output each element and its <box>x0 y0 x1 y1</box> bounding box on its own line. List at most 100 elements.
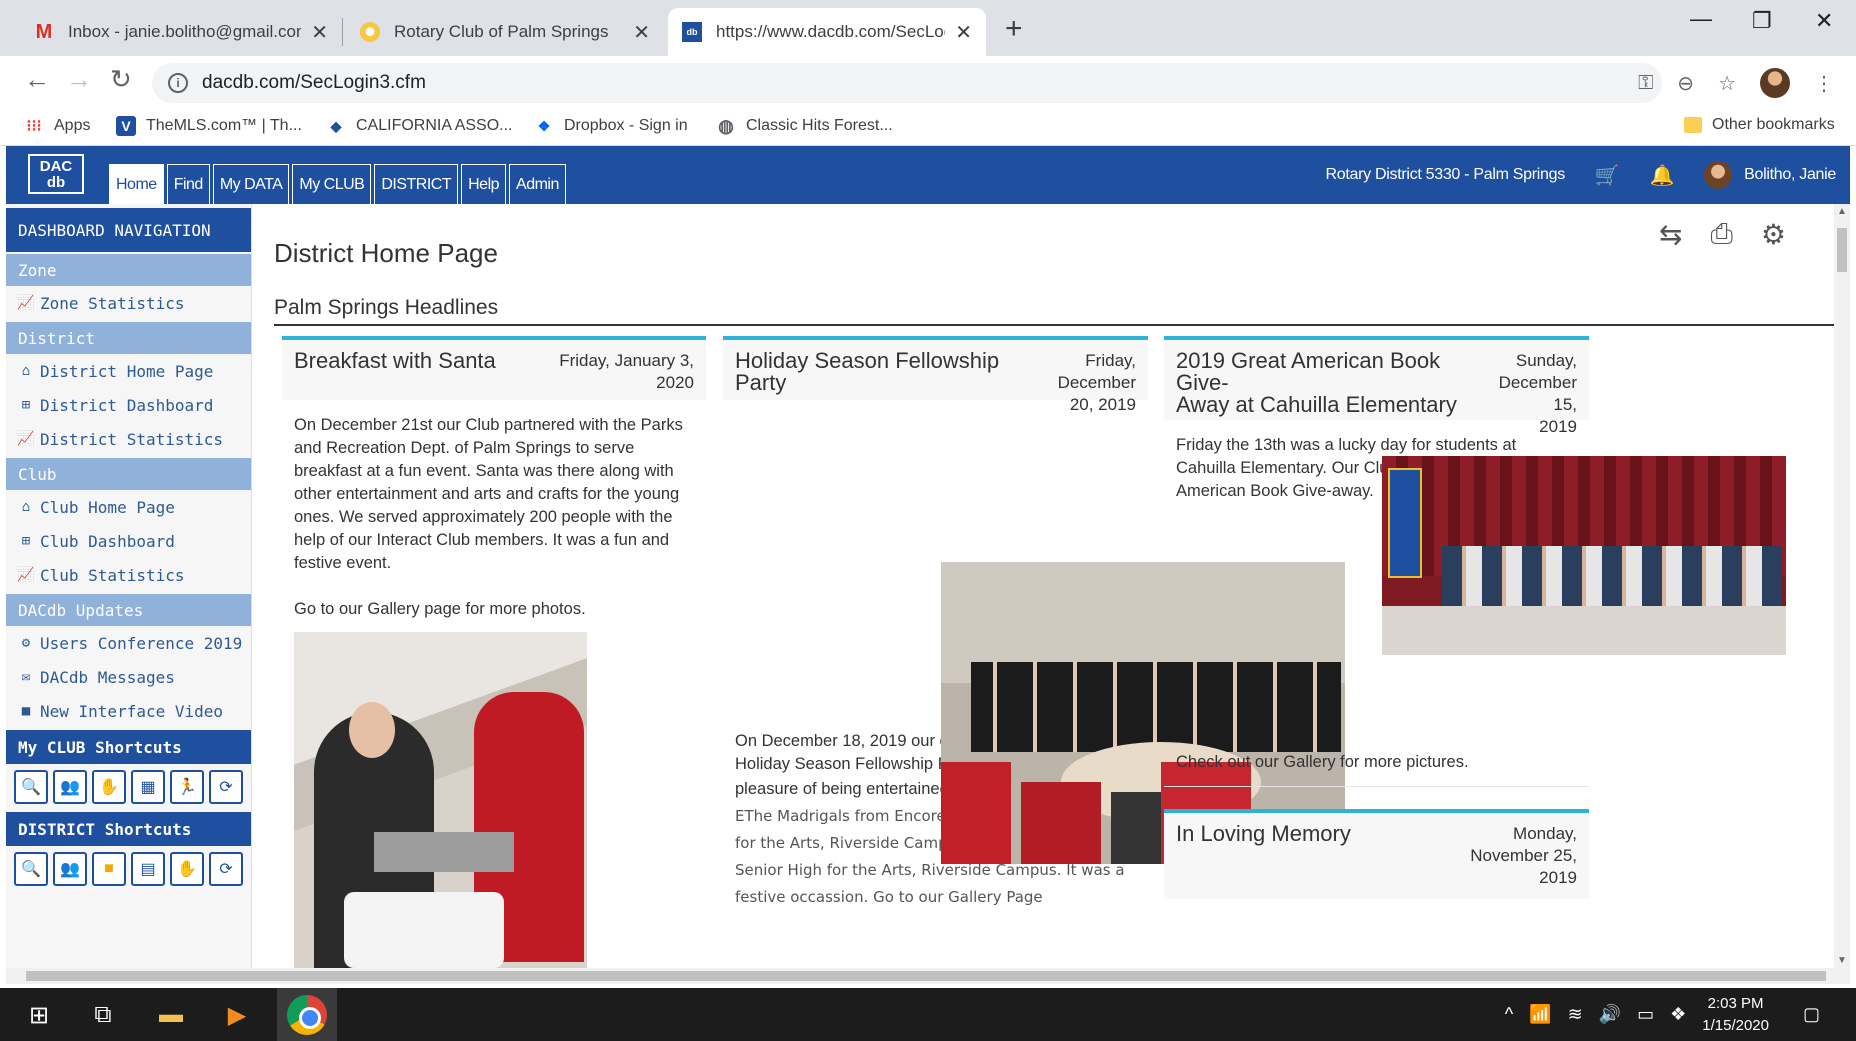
bookmark-themls[interactable]: V TheMLS.com™ | Th... <box>116 116 302 136</box>
chrome-icon[interactable] <box>287 995 327 1035</box>
story-breakfast: Breakfast with Santa Friday, January 3, 2… <box>282 336 706 621</box>
scroll-up-icon[interactable]: ▲ <box>1837 206 1847 217</box>
sidebar-item-club-statistics[interactable]: 📈 Club Statistics <box>6 558 251 592</box>
info-icon[interactable]: i <box>168 73 188 93</box>
reload-button[interactable]: ↻ <box>110 64 132 95</box>
key-icon[interactable]: ⚿ <box>1638 72 1653 95</box>
tab-gmail[interactable]: M Inbox - janie.bolitho@gmail.com ✕ <box>20 8 342 56</box>
gears-icon: ⚙ <box>21 635 31 651</box>
people-icon[interactable]: 👥 <box>53 852 87 886</box>
dropbox-icon[interactable]: ❖ <box>1670 1004 1686 1025</box>
share-icon[interactable]: ⇆ <box>1659 218 1682 251</box>
notifications-icon[interactable]: ▢ <box>1803 1004 1820 1025</box>
vertical-scrollbar[interactable]: ▲ ▼ <box>1834 204 1850 968</box>
refresh-icon[interactable]: ⟳ <box>209 852 243 886</box>
story-title[interactable]: In Loving Memory <box>1176 823 1351 889</box>
sidebar-section-district[interactable]: District <box>6 322 251 354</box>
hands-icon[interactable]: ✋ <box>170 852 204 886</box>
close-icon[interactable]: ✕ <box>633 20 650 45</box>
story-photo-breakfast[interactable] <box>294 632 587 968</box>
forward-button[interactable]: → <box>66 64 92 95</box>
search-icon[interactable]: 🔍 <box>14 770 48 804</box>
runner-icon[interactable]: 🏃 <box>170 770 204 804</box>
window-icon[interactable]: ▤ <box>131 852 165 886</box>
sidebar-item-club-dashboard[interactable]: ⊞ Club Dashboard <box>6 524 251 558</box>
dacdb-logo[interactable]: DAC db <box>28 154 84 194</box>
search-icon[interactable]: 🔍 <box>14 852 48 886</box>
close-icon[interactable]: ✕ <box>955 20 972 45</box>
org-name[interactable]: Rotary District 5330 - Palm Springs <box>1326 166 1566 184</box>
battery-icon[interactable]: ▭ <box>1637 1004 1654 1025</box>
menu-district[interactable]: DISTRICT <box>374 164 459 204</box>
story-title[interactable]: Holiday Season Fellowship Party <box>735 350 1018 394</box>
sidebar-item-club-home[interactable]: ⌂ Club Home Page <box>6 490 251 524</box>
scroll-thumb[interactable] <box>1837 228 1847 272</box>
zoom-icon[interactable]: ⊖ <box>1677 71 1694 96</box>
profile-avatar[interactable] <box>1760 68 1790 98</box>
sidebar-section-zone[interactable]: Zone <box>6 254 251 286</box>
story-title[interactable]: Breakfast with Santa <box>294 350 496 390</box>
user-name[interactable]: Bolitho, Janie <box>1744 166 1836 184</box>
menu-help[interactable]: Help <box>461 164 507 204</box>
scroll-down-icon[interactable]: ▼ <box>1837 955 1847 966</box>
menu-home[interactable]: Home <box>109 164 164 204</box>
horizontal-scrollbar[interactable] <box>6 968 1850 984</box>
tab-rotary[interactable]: ✺ Rotary Club of Palm Springs ✕ <box>346 8 664 56</box>
bell-icon[interactable]: 🔔 <box>1650 163 1675 188</box>
story-header: Breakfast with Santa Friday, January 3, 2… <box>282 336 706 400</box>
file-explorer-icon[interactable]: ▬ <box>154 998 188 1032</box>
sidebar-item-district-statistics[interactable]: 📈 District Statistics <box>6 422 251 456</box>
bookmark-classic-hits[interactable]: ◍ Classic Hits Forest... <box>716 116 893 136</box>
toolbar-icons: ⚿ ⊖ ☆ ⋮ <box>1638 68 1834 98</box>
menu-find[interactable]: Find <box>166 164 210 204</box>
scroll-thumb[interactable] <box>26 971 1826 981</box>
media-player-icon[interactable]: ▶ <box>220 998 254 1032</box>
chevron-up-icon[interactable]: ^ <box>1505 1004 1513 1025</box>
folder-icon[interactable]: ■ <box>92 852 126 886</box>
tab-dacdb[interactable]: db https://www.dacdb.com/SecLogin3 ✕ <box>668 8 986 56</box>
network-icon[interactable]: 📶 <box>1529 1004 1551 1025</box>
sidebar-item-users-conference[interactable]: ⚙ Users Conference 2019 <box>6 626 251 660</box>
cart-icon[interactable]: 🛒 <box>1595 163 1620 188</box>
bookmark-other[interactable]: Other bookmarks <box>1684 116 1835 134</box>
bookmark-dropbox[interactable]: ❖ Dropbox - Sign in <box>534 116 688 136</box>
sidebar-item-zone-statistics[interactable]: 📈 Zone Statistics <box>6 286 251 320</box>
menu-my-club[interactable]: My CLUB <box>292 164 372 204</box>
wifi-icon[interactable]: ≋ <box>1568 1004 1583 1025</box>
bookmark-california[interactable]: ◆ CALIFORNIA ASSO... <box>326 116 513 136</box>
minimize-button[interactable]: — <box>1690 6 1712 32</box>
menu-my-data[interactable]: My DATA <box>212 164 290 204</box>
restore-button[interactable]: ❐ <box>1752 8 1772 34</box>
people-icon[interactable]: 👥 <box>53 770 87 804</box>
new-tab-button[interactable]: + <box>1005 12 1023 46</box>
close-icon[interactable]: ✕ <box>311 20 328 45</box>
address-bar[interactable]: i dacdb.com/SecLogin3.cfm <box>152 63 1662 103</box>
star-icon[interactable]: ☆ <box>1718 71 1736 96</box>
volume-icon[interactable]: 🔊 <box>1599 1004 1621 1025</box>
sidebar-item-district-dashboard[interactable]: ⊞ District Dashboard <box>6 388 251 422</box>
sidebar-section-updates[interactable]: DACdb Updates <box>6 594 251 626</box>
user-avatar[interactable] <box>1704 161 1733 189</box>
refresh-icon[interactable]: ⟳ <box>209 770 243 804</box>
close-window-button[interactable]: ✕ <box>1815 8 1833 34</box>
hands-icon[interactable]: ✋ <box>92 770 126 804</box>
print-icon[interactable]: ⎙ <box>1710 218 1732 251</box>
task-view-icon[interactable]: ⧉ <box>86 998 120 1032</box>
sidebar-item-new-interface-video[interactable]: ■ New Interface Video <box>6 694 251 728</box>
windows-start-icon[interactable]: ⊞ <box>22 998 56 1032</box>
clock[interactable]: 2:03 PM 1/15/2020 <box>1702 993 1769 1037</box>
gear-icon[interactable]: ⚙ <box>1761 218 1786 251</box>
menu-admin[interactable]: Admin <box>509 164 566 204</box>
story-body: On December 21st our Club partnered with… <box>294 416 683 618</box>
gmail-icon: M <box>35 20 53 43</box>
sidebar-item-dacdb-messages[interactable]: ✉ DACdb Messages <box>6 660 251 694</box>
url-text[interactable]: dacdb.com/SecLogin3.cfm <box>202 72 426 94</box>
bookmark-apps[interactable]: ⁝⁝⁝ Apps <box>24 116 90 136</box>
back-button[interactable]: ← <box>24 64 50 95</box>
story-title[interactable]: 2019 Great American Book Give- Away at Ca… <box>1176 350 1477 416</box>
menu-dots-icon[interactable]: ⋮ <box>1814 71 1834 96</box>
story-photo-books[interactable] <box>1382 456 1786 655</box>
sidebar-item-district-home[interactable]: ⌂ District Home Page <box>6 354 251 388</box>
sidebar-section-club[interactable]: Club <box>6 458 251 490</box>
calendar-icon[interactable]: ▦ <box>131 770 165 804</box>
